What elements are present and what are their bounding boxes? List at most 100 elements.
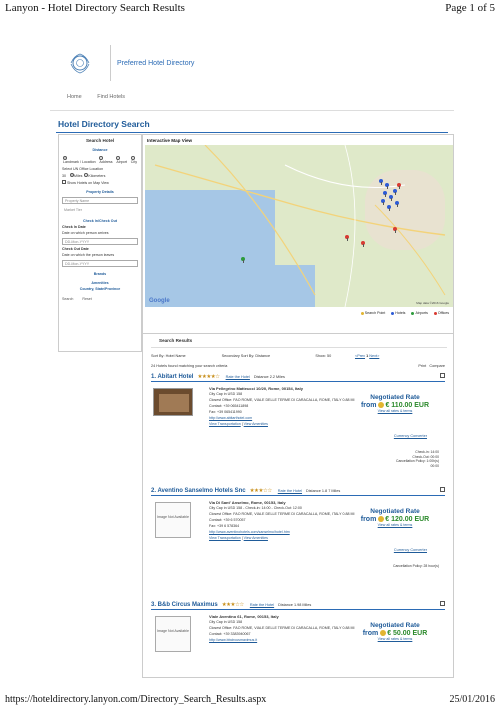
top-nav: Home Find Hotels <box>50 94 454 106</box>
map-airport-pin[interactable] <box>241 257 245 263</box>
price-row: from € 50.00 EUR <box>359 630 431 637</box>
rate-hotel-link[interactable]: Rate the Hotel <box>226 375 250 379</box>
print-footer-date: 25/01/2016 <box>449 694 495 705</box>
search-button[interactable]: Search <box>62 297 73 301</box>
property-name-input[interactable]: Property Name <box>62 197 138 204</box>
view-transportation-link[interactable]: View Transportation <box>209 422 241 426</box>
page-title: Hotel Directory Search <box>58 119 150 129</box>
checkin-label: Check In Date <box>62 225 86 229</box>
hotel-body: Image Not Available Viale Aventino 61, R… <box>151 610 445 678</box>
show-map-checkbox[interactable] <box>62 180 66 184</box>
map-hotel-pin[interactable] <box>383 191 387 197</box>
sort-by-select[interactable]: Hotel Name <box>166 354 222 358</box>
secondary-sort-select[interactable]: Distance <box>255 354 315 358</box>
hotel-title-row: 1. Abitart Hotel ★★★★☆ Rate the Hotel Di… <box>151 372 445 382</box>
currency-converter-link[interactable]: Currency Converter <box>394 434 427 438</box>
show-map-row[interactable]: Show Hotels on Map View <box>62 180 138 185</box>
hotel-website-link[interactable]: http://www.bbcircusmaximus.it <box>209 637 359 643</box>
checkout-input[interactable]: DD-Mon-YYYY <box>62 260 138 267</box>
radio-city-label: City <box>130 160 137 164</box>
amenities-toggle[interactable]: Amenities <box>59 281 141 285</box>
compare-checkbox[interactable] <box>440 601 445 606</box>
hotel-title-row: 2. Aventino Sanselmo Hotels Snc ★★★☆☆ Ra… <box>151 486 445 496</box>
print-link[interactable]: Print <box>418 364 426 368</box>
view-all-rates-link[interactable]: View all rates & terms <box>359 637 431 641</box>
brand-name[interactable]: Preferred Hotel Directory <box>117 60 194 67</box>
hotel-distance: Distance 1.98 Miles <box>278 602 312 607</box>
interactive-map[interactable]: Google Map data ©2016 Google <box>145 145 453 307</box>
hotel-info: Via Di Sant' Anselmo, Rome, 00153, Italy… <box>209 500 359 541</box>
brands-toggle[interactable]: Brands <box>59 272 141 276</box>
view-amenities-link[interactable]: View Amenities <box>244 422 268 426</box>
office-select[interactable]: Select UN Office Location <box>62 167 138 171</box>
nav-find-hotels[interactable]: Find Hotels <box>97 94 125 100</box>
currency-converter-link[interactable]: Currency Converter <box>394 548 427 552</box>
negotiated-rate-box: Negotiated Rate from € 50.00 EUR View al… <box>359 622 431 641</box>
hotel-name[interactable]: 3. B&b Circus Maximus <box>151 602 218 608</box>
compare-link[interactable]: Compare <box>429 364 445 368</box>
reset-button[interactable]: Reset <box>82 297 91 301</box>
map-office-pin[interactable] <box>345 235 349 241</box>
hotel-name[interactable]: 2. Aventino Sanselmo Hotels Snc <box>151 488 246 494</box>
map-hotel-pin[interactable] <box>395 201 399 207</box>
show-label: Show: <box>315 354 326 358</box>
page-frame: Preferred Hotel Directory Home Find Hote… <box>50 38 454 678</box>
checkout-desc: Date on which the person leaves <box>62 253 115 257</box>
distance-value[interactable]: 30 <box>62 174 66 178</box>
map-office-pin[interactable] <box>397 183 401 189</box>
price-value: € 110.00 EUR <box>385 402 430 409</box>
radio-address[interactable]: Address <box>99 156 113 164</box>
checkout-label: Check Out Date <box>62 247 89 251</box>
star-rating-icon: ★★★★☆ <box>197 373 220 380</box>
negotiated-rate-box: Negotiated Rate from € 110.00 EUR View a… <box>359 394 431 413</box>
results-count: 24 Hotels found matching your search cri… <box>151 364 228 368</box>
radio-airport[interactable]: Airport <box>116 156 127 164</box>
map-hotel-pin[interactable] <box>393 189 397 195</box>
print-footer-url: https://hoteldirectory.lanyon.com/Direct… <box>5 694 267 705</box>
map-hotel-pin[interactable] <box>379 179 383 185</box>
map-office-pin[interactable] <box>361 241 365 247</box>
market-tier-select[interactable]: Market Tier <box>62 207 138 214</box>
map-hotel-pin[interactable] <box>385 183 389 189</box>
hotel-name[interactable]: 1. Abitart Hotel <box>151 374 193 380</box>
un-logo-icon[interactable] <box>50 41 110 85</box>
airport-pin-icon <box>411 311 415 315</box>
distance-label: Distance <box>92 148 108 152</box>
hotel-result: 1. Abitart Hotel ★★★★☆ Rate the Hotel Di… <box>151 372 445 482</box>
hotel-photo[interactable] <box>153 388 193 416</box>
view-all-rates-link[interactable]: View all rates & terms <box>359 523 431 527</box>
view-amenities-link[interactable]: View Amenities <box>244 536 268 540</box>
map-hotel-pin[interactable] <box>381 199 385 205</box>
rate-hotel-link[interactable]: Rate the Hotel <box>250 603 274 607</box>
map-office-pin[interactable] <box>393 227 397 233</box>
radio-city[interactable]: City <box>130 156 137 164</box>
legend-airports: Airports <box>411 311 428 315</box>
prev-page-link[interactable]: <Prev <box>355 354 365 358</box>
radio-landmark[interactable]: Landmark / Location <box>63 156 96 164</box>
next-page-link[interactable]: Next> <box>369 354 379 358</box>
sort-controls: Sort By: Hotel Name Secondary Sort By: D… <box>143 348 453 358</box>
view-all-rates-link[interactable]: View all rates & terms <box>359 409 431 413</box>
hotel-photo-detail <box>159 394 189 412</box>
cancellation-extra: 00:00 <box>430 463 440 468</box>
map-hotel-pin[interactable] <box>387 205 391 211</box>
star-rating-icon: ★★★☆☆ <box>221 601 245 608</box>
negotiated-rate-box: Negotiated Rate from € 120.00 EUR View a… <box>359 508 431 527</box>
compare-checkbox[interactable] <box>440 487 445 492</box>
compare-checkbox[interactable] <box>440 373 445 378</box>
title-underline <box>56 132 448 133</box>
results-title: Search Results <box>159 338 193 343</box>
results-panel: Search Results Sort By: Hotel Name Secon… <box>142 334 454 678</box>
checkin-input[interactable]: DD-Mon-YYYY <box>62 238 138 245</box>
unit-miles-label: Miles <box>74 174 83 178</box>
price-row: from € 120.00 EUR <box>359 516 431 523</box>
view-transportation-link[interactable]: View Transportation <box>209 536 241 540</box>
map-hotel-pin[interactable] <box>389 195 393 201</box>
hotel-body: Image Not Available Via Di Sant' Anselmo… <box>151 496 445 596</box>
legend-search-point: Search Point <box>360 311 385 315</box>
country-toggle[interactable]: Country, State/Province <box>59 287 141 291</box>
nav-home[interactable]: Home <box>67 94 82 100</box>
show-select[interactable]: 50 <box>327 354 355 358</box>
results-summary: 24 Hotels found matching your search cri… <box>143 358 453 368</box>
rate-hotel-link[interactable]: Rate the Hotel <box>278 489 302 493</box>
